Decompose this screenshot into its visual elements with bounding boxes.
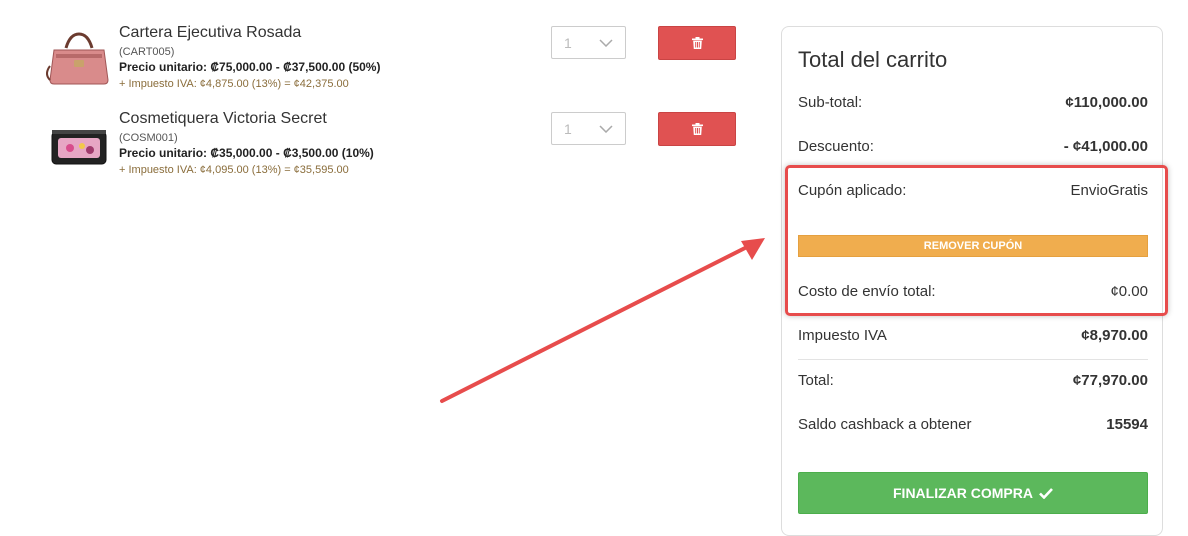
item-tax: + Impuesto IVA: ¢4,095.00 (13%) = ¢35,59… [119,164,349,176]
cashback-row: Saldo cashback a obtener 15594 [798,416,1148,433]
tax-row: Impuesto IVA ¢8,970.00 [798,327,1148,344]
item-tax: + Impuesto IVA: ¢4,875.00 (13%) = ¢42,37… [119,78,349,90]
tax-label: Impuesto IVA [798,327,887,344]
cart-totals-panel: Total del carrito Sub-total: ¢110,000.00… [781,26,1163,536]
total-row: Total: ¢77,970.00 [798,372,1148,389]
checkout-button[interactable]: FINALIZAR COMPRA [798,472,1148,514]
discount-label: Descuento: [798,138,874,155]
subtotal-label: Sub-total: [798,94,863,111]
item-price: Precio unitario: ₡35,000.00 - ₡3,500.00 … [119,146,374,160]
quantity-value: 1 [564,120,572,137]
total-label: Total: [798,372,834,389]
checkmark-icon [1039,487,1053,499]
shipping-row: Costo de envío total: ¢0.00 [798,283,1148,300]
divider [798,359,1148,360]
item-info: Cartera Ejecutiva Rosada (CART005) Preci… [119,24,380,91]
handbag-icon [46,32,109,85]
cosmetic-bag-icon [51,130,107,165]
chevron-down-icon [599,124,613,133]
cart-item: Cosmetiquera Victoria Secret (COSM001) P… [44,110,744,190]
coupon-row: Cupón aplicado: EnvioGratis [798,182,1148,199]
cashback-label: Saldo cashback a obtener [798,416,972,433]
cashback-value: 15594 [1106,416,1148,433]
item-info: Cosmetiquera Victoria Secret (COSM001) P… [119,110,374,177]
tax-value: ¢8,970.00 [1081,327,1148,344]
trash-icon [691,37,703,49]
shipping-label: Costo de envío total: [798,283,936,300]
delete-item-button[interactable] [658,26,736,60]
coupon-value: EnvioGratis [1070,182,1148,199]
item-name: Cosmetiquera Victoria Secret [119,110,327,127]
total-value: ¢77,970.00 [1072,372,1148,389]
item-name: Cartera Ejecutiva Rosada [119,24,302,41]
remove-coupon-button[interactable]: REMOVER CUPÓN [798,235,1148,257]
discount-row: Descuento: - ¢41,000.00 [798,138,1148,155]
trash-icon [691,123,703,135]
subtotal-value: ¢110,000.00 [1065,94,1148,111]
cart-item: Cartera Ejecutiva Rosada (CART005) Preci… [44,24,744,104]
quantity-select[interactable]: 1 [551,26,626,59]
panel-title: Total del carrito [798,47,948,72]
coupon-label: Cupón aplicado: [798,182,907,199]
checkout-label: FINALIZAR COMPRA [893,485,1033,501]
item-sku: (COSM001) [119,132,178,144]
quantity-value: 1 [564,34,572,51]
delete-item-button[interactable] [658,112,736,146]
quantity-select[interactable]: 1 [551,112,626,145]
shipping-value: ¢0.00 [1110,283,1148,300]
item-sku: (CART005) [119,46,175,58]
discount-value: - ¢41,000.00 [1063,138,1148,155]
chevron-down-icon [599,38,613,47]
item-price: Precio unitario: ₡75,000.00 - ₡37,500.00… [119,60,381,74]
subtotal-row: Sub-total: ¢110,000.00 [798,94,1148,111]
